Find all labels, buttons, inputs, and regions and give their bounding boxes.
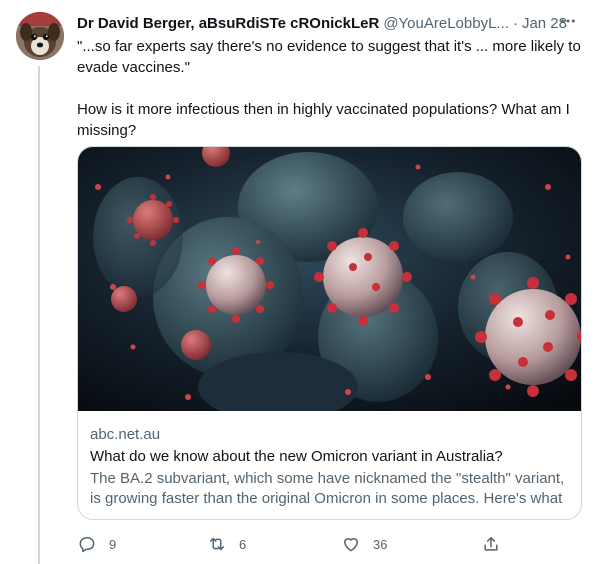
share-icon <box>484 537 498 551</box>
card-domain: abc.net.au <box>90 426 161 443</box>
avatar-dog-image <box>16 12 64 60</box>
tweet-text-paragraph: "...so far experts say there's no eviden… <box>77 38 581 76</box>
action-bar: 9 6 36 <box>77 530 517 558</box>
like-icon <box>344 538 358 552</box>
tweet-header: Dr David Berger, aBsuRdiSTe cROnickLeR @… <box>77 13 582 33</box>
like-button[interactable]: 36 <box>341 530 387 558</box>
user-handle[interactable]: @YouAreLobbyL... <box>383 15 509 32</box>
tweet-text-paragraph: How is it more infectious then in highly… <box>77 101 570 139</box>
link-card[interactable]: abc.net.au What do we know about the new… <box>77 146 582 520</box>
avatar[interactable] <box>16 12 64 60</box>
card-image[interactable] <box>78 147 581 422</box>
reply-count: 9 <box>109 536 117 552</box>
share-button[interactable] <box>481 530 501 558</box>
retweet-count: 6 <box>239 536 247 552</box>
card-description: The BA.2 subvariant, which some have nic… <box>90 470 565 520</box>
separator-dot: · <box>512 14 518 32</box>
retweet-icon <box>210 537 224 551</box>
more-icon[interactable] <box>558 11 578 31</box>
virus-center <box>314 228 412 326</box>
reply-button[interactable]: 9 <box>77 530 116 558</box>
retweet-button[interactable]: 6 <box>207 530 246 558</box>
card-body: abc.net.au What do we know about the new… <box>90 425 570 520</box>
card-title: What do we know about the new Omicron va… <box>90 448 503 465</box>
tweet-text: "...so far experts say there's no eviden… <box>77 36 582 141</box>
virus-left-middle <box>198 247 274 323</box>
thread-line <box>38 66 40 564</box>
like-count: 36 <box>373 536 388 552</box>
reply-icon <box>79 537 95 553</box>
display-name[interactable]: Dr David Berger, aBsuRdiSTe cROnickLeR <box>77 15 379 32</box>
